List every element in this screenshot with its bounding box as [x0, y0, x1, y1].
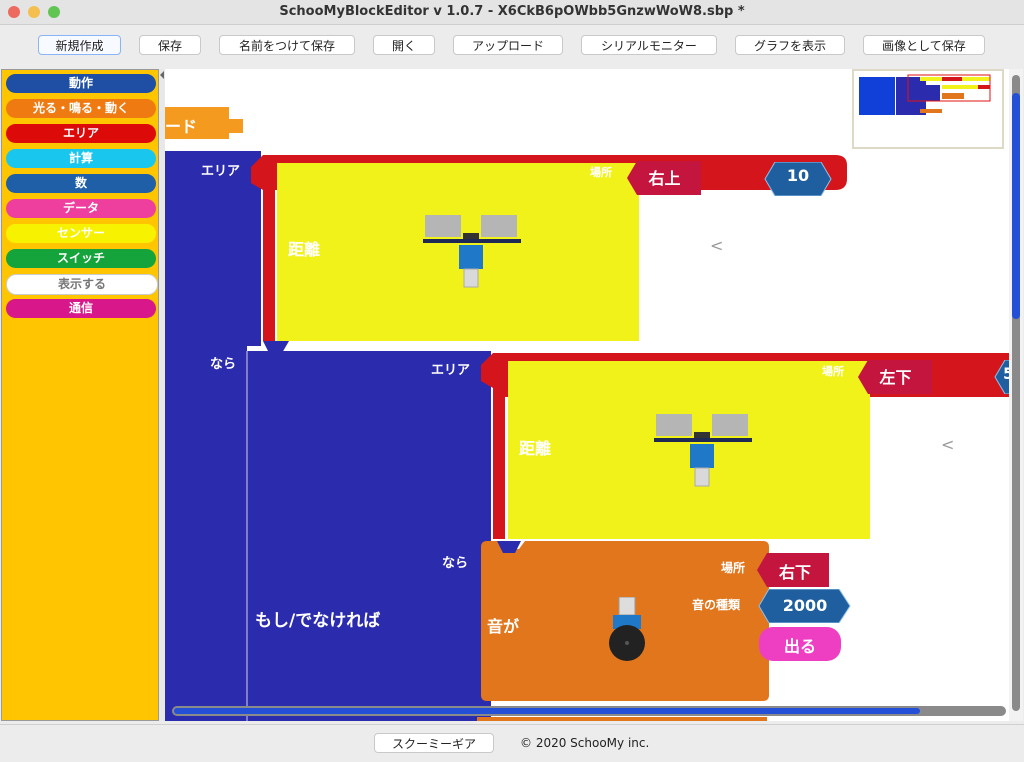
category-light-sound-move[interactable]: 光る・鳴る・動く	[6, 99, 156, 118]
inner-then-label: なら	[442, 556, 469, 571]
place-value-1[interactable]: 右上	[627, 165, 702, 189]
number-value-1[interactable]: 10	[765, 166, 831, 185]
block-workspace[interactable]: ード エリア なら もし/でなければ 距離 場所 右上 10 < エリア 距離 …	[165, 69, 1009, 721]
category-number[interactable]: 数	[6, 174, 156, 193]
horizontal-scrollbar[interactable]	[172, 706, 1006, 716]
outer-then-label: なら	[210, 357, 237, 372]
category-area[interactable]: エリア	[6, 124, 156, 143]
place-value-2[interactable]: 左下	[858, 364, 933, 388]
upload-button[interactable]: アップロード	[453, 35, 563, 55]
category-calc[interactable]: 計算	[6, 149, 156, 168]
copyright-text: © 2020 SchooMy inc.	[520, 736, 650, 750]
category-palette: 動作 光る・鳴る・動く エリア 計算 数 データ センサー スイッチ 表示する …	[1, 69, 159, 721]
inner-area-label: エリア	[431, 363, 471, 378]
vertical-scroll-thumb[interactable]	[1012, 93, 1020, 319]
footer-bar: スクーミーギア © 2020 SchooMy inc.	[0, 724, 1024, 762]
category-switch[interactable]: スイッチ	[6, 249, 156, 268]
category-motion[interactable]: 動作	[6, 74, 156, 93]
category-sensor[interactable]: センサー	[6, 224, 156, 243]
window-title: SchooMyBlockEditor v 1.0.7 - X6CkB6pOWbb…	[279, 4, 745, 19]
save-button[interactable]: 保存	[139, 35, 201, 55]
category-data[interactable]: データ	[6, 199, 156, 218]
sound-place-value[interactable]: 右下	[759, 559, 831, 583]
sound-title: 音が	[487, 617, 520, 636]
open-button[interactable]: 開く	[373, 35, 435, 55]
show-graph-button[interactable]: グラフを表示	[735, 35, 845, 55]
if-else-title: もし/でなければ	[255, 611, 381, 631]
outer-area-label: エリア	[201, 164, 241, 179]
compare-operator-1[interactable]: <	[710, 236, 723, 255]
sensor-label-2: 距離	[519, 439, 552, 458]
compare-operator-2[interactable]: <	[941, 435, 954, 454]
serial-monitor-button[interactable]: シリアルモニター	[581, 35, 717, 55]
new-button[interactable]: 新規作成	[38, 35, 121, 55]
ultrasonic-sensor-icon	[654, 414, 752, 487]
category-communication[interactable]: 通信	[6, 299, 156, 318]
buzzer-icon	[609, 597, 645, 661]
minimap-preview	[859, 74, 991, 115]
sound-type-label: 音の種類	[692, 598, 741, 612]
next-block-edge[interactable]	[477, 717, 767, 721]
window-titlebar: SchooMyBlockEditor v 1.0.7 - X6CkB6pOWbb…	[0, 0, 1024, 25]
sound-action-value[interactable]: 出る	[759, 633, 841, 657]
place-label-2: 場所	[822, 365, 844, 378]
category-display[interactable]: 表示する	[6, 274, 158, 295]
horizontal-scroll-thumb[interactable]	[174, 708, 920, 714]
sound-type-value[interactable]: 2000	[759, 596, 851, 615]
sound-place-label: 場所	[721, 561, 746, 575]
vertical-scrollbar[interactable]	[1009, 69, 1023, 721]
place-label-1: 場所	[590, 166, 612, 179]
schoomy-gear-button[interactable]: スクーミーギア	[374, 733, 494, 753]
toolbar: 新規作成 保存 名前をつけて保存 開く アップロード シリアルモニター グラフを…	[0, 25, 1024, 67]
workspace-minimap[interactable]	[852, 69, 1004, 149]
ultrasonic-sensor-icon	[423, 215, 521, 288]
save-as-button[interactable]: 名前をつけて保存	[219, 35, 355, 55]
sensor-label-1: 距離	[288, 240, 321, 259]
partial-block-label: ード	[165, 117, 198, 136]
save-image-button[interactable]: 画像として保存	[863, 35, 985, 55]
